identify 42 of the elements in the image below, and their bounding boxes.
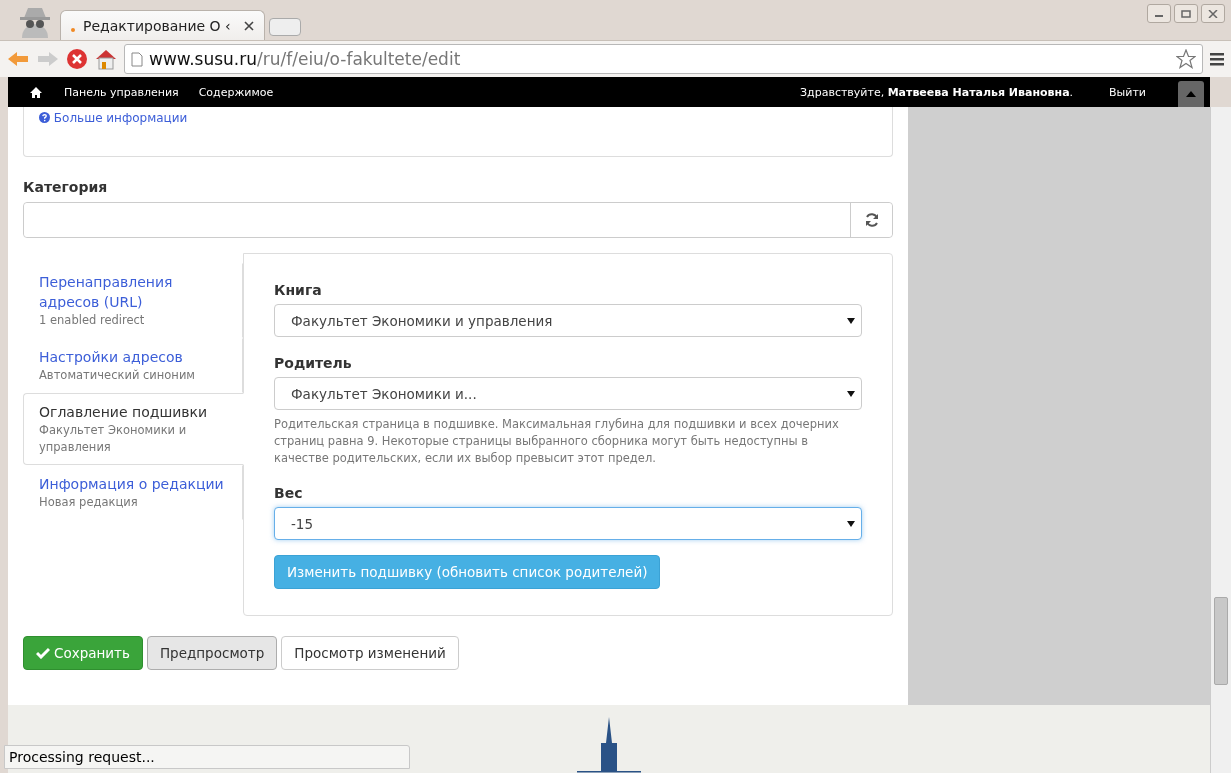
admin-menu-link[interactable]: Содержимое	[188, 85, 284, 99]
field-label: Книга	[274, 282, 323, 298]
close-icon	[1208, 9, 1218, 18]
more-info-link[interactable]: Больше информации	[39, 111, 188, 125]
select-field[interactable]: -15	[274, 507, 862, 540]
menu-icon[interactable]	[1209, 51, 1225, 67]
admin-menu-link[interactable]: Панель управления	[54, 85, 189, 99]
field-description: Родительская страница в подшивке. Максимальная глубина для подшивки и всех дочерних страниц равна 9. Некоторые страницы выбранного сборника могут быть недоступны в качестве родительских, если их выбор превысит этот предел.	[274, 416, 840, 467]
dropdown-caret-icon	[847, 390, 855, 397]
close-window-button[interactable]	[1201, 4, 1225, 23]
address-bar[interactable]: www.susu.ru/ru/f/eiu/o-fakultete/edit	[124, 44, 1203, 74]
field-label: Родитель	[274, 355, 353, 371]
dropdown-caret-icon	[847, 520, 855, 527]
greeting-text: Здравствуйте, Матвеева Наталья Ивановна.	[800, 85, 1074, 99]
star-icon[interactable]	[1176, 49, 1196, 69]
stop-icon[interactable]	[66, 48, 88, 70]
status-bubble: Processing request...	[4, 745, 410, 769]
refresh-icon	[863, 212, 880, 228]
vertical-tab[interactable]: Оглавление подшивки Факультет Экономики и управления	[23, 393, 244, 465]
field-label: Вес	[274, 485, 304, 501]
select-field[interactable]: Факультет Экономики и управления	[274, 304, 862, 337]
help-icon	[39, 112, 50, 123]
scrollbar[interactable]	[1210, 107, 1231, 773]
refresh-button[interactable]	[850, 203, 892, 237]
caret-up-icon	[1186, 91, 1196, 97]
logout-link[interactable]: Выйти	[1099, 85, 1156, 99]
field-label: Категория	[23, 179, 109, 195]
action-button[interactable]: Предпросмотр	[146, 636, 278, 670]
category-field[interactable]	[23, 202, 893, 238]
maximize-icon	[1181, 9, 1191, 18]
page-icon	[131, 51, 143, 67]
minimize-button[interactable]	[1147, 4, 1171, 23]
maximize-button[interactable]	[1174, 4, 1198, 23]
action-button[interactable]: Просмотр изменений	[281, 636, 459, 670]
select-field[interactable]: Факультет Экономики и...	[274, 377, 862, 410]
scrollbar-thumb[interactable]	[1214, 597, 1228, 685]
home-icon[interactable]	[30, 86, 42, 98]
collapse-button[interactable]	[1178, 81, 1204, 107]
browser-tab[interactable]: Редактирование О ‹	[60, 10, 265, 40]
close-icon[interactable]	[244, 20, 254, 31]
dropdown-caret-icon	[847, 317, 855, 324]
check-icon	[36, 647, 50, 659]
